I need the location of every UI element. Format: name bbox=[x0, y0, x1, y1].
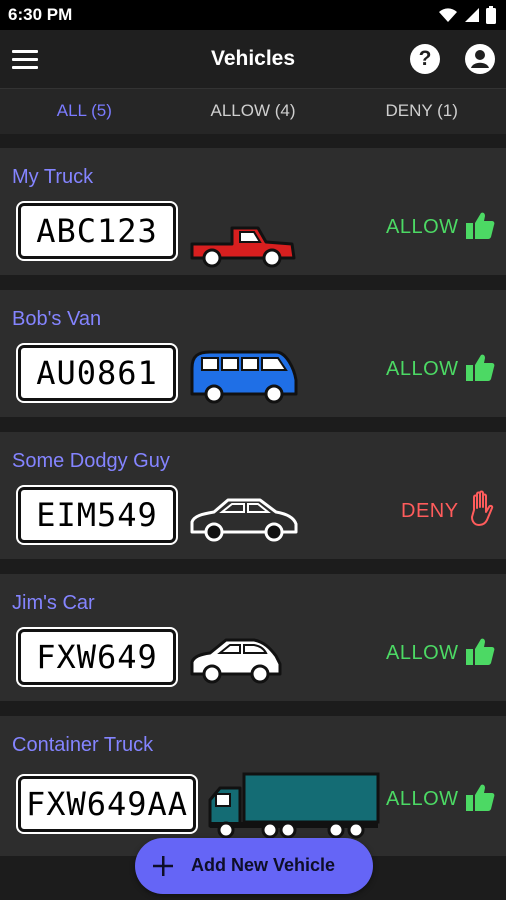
vehicle-name: Bob's Van bbox=[12, 308, 102, 330]
filter-tabs: ALL (5) ALLOW (4) DENY (1) bbox=[0, 88, 506, 134]
pickup-truck-icon bbox=[190, 226, 296, 268]
vehicle-card[interactable]: Bob's Van AU0861 ALLOW bbox=[0, 290, 506, 417]
app-bar: Vehicles ? bbox=[0, 30, 506, 88]
stop-hand-icon[interactable] bbox=[466, 490, 496, 526]
plus-icon bbox=[153, 856, 173, 876]
license-plate: EIM549 bbox=[18, 487, 176, 543]
vehicle-card[interactable]: Container Truck FXW649AA ALLOW bbox=[0, 716, 506, 856]
status-bar: 6:30 PM bbox=[0, 0, 506, 30]
vehicle-name: Jim's Car bbox=[12, 592, 95, 614]
status-deny-label[interactable]: DENY bbox=[401, 500, 459, 523]
hatchback-icon bbox=[190, 638, 282, 684]
tab-allow[interactable]: ALLOW (4) bbox=[169, 89, 338, 134]
license-plate: AU0861 bbox=[18, 345, 176, 401]
add-new-vehicle-button[interactable]: Add New Vehicle bbox=[135, 838, 373, 894]
status-icons bbox=[438, 6, 496, 24]
license-plate: FXW649 bbox=[18, 629, 176, 685]
vehicle-card[interactable]: My Truck ABC123 ALLOW bbox=[0, 148, 506, 275]
status-allow-label[interactable]: ALLOW bbox=[386, 358, 459, 381]
status-allow-label[interactable]: ALLOW bbox=[386, 216, 459, 239]
sedan-icon bbox=[190, 498, 298, 542]
status-allow-label[interactable]: ALLOW bbox=[386, 642, 459, 665]
thumbs-up-icon[interactable] bbox=[464, 352, 496, 384]
add-new-vehicle-label: Add New Vehicle bbox=[191, 855, 336, 875]
vehicle-name: Some Dodgy Guy bbox=[12, 450, 170, 472]
license-plate: FXW649AA bbox=[18, 776, 196, 832]
vehicle-card[interactable]: Some Dodgy Guy EIM549 DENY bbox=[0, 432, 506, 559]
battery-icon bbox=[486, 6, 496, 24]
wifi-icon bbox=[439, 8, 457, 22]
vehicle-name: Container Truck bbox=[12, 734, 154, 756]
license-plate: ABC123 bbox=[18, 203, 176, 259]
vehicle-card[interactable]: Jim's Car FXW649 ALLOW bbox=[0, 574, 506, 701]
thumbs-up-icon[interactable] bbox=[464, 636, 496, 668]
thumbs-up-icon[interactable] bbox=[464, 782, 496, 814]
vehicle-name: My Truck bbox=[12, 166, 94, 188]
container-truck-icon bbox=[208, 772, 380, 839]
tab-deny[interactable]: DENY (1) bbox=[337, 89, 506, 134]
thumbs-up-icon[interactable] bbox=[464, 210, 496, 242]
status-allow-label[interactable]: ALLOW bbox=[386, 788, 459, 811]
account-icon[interactable] bbox=[465, 44, 495, 74]
signal-icon bbox=[465, 8, 479, 22]
status-time: 6:30 PM bbox=[8, 5, 73, 24]
help-icon[interactable]: ? bbox=[410, 44, 440, 74]
vehicle-list: My Truck ABC123 ALLOW Bob's Van AU0861 A… bbox=[0, 134, 506, 900]
van-icon bbox=[190, 350, 298, 404]
tab-all[interactable]: ALL (5) bbox=[0, 89, 169, 134]
